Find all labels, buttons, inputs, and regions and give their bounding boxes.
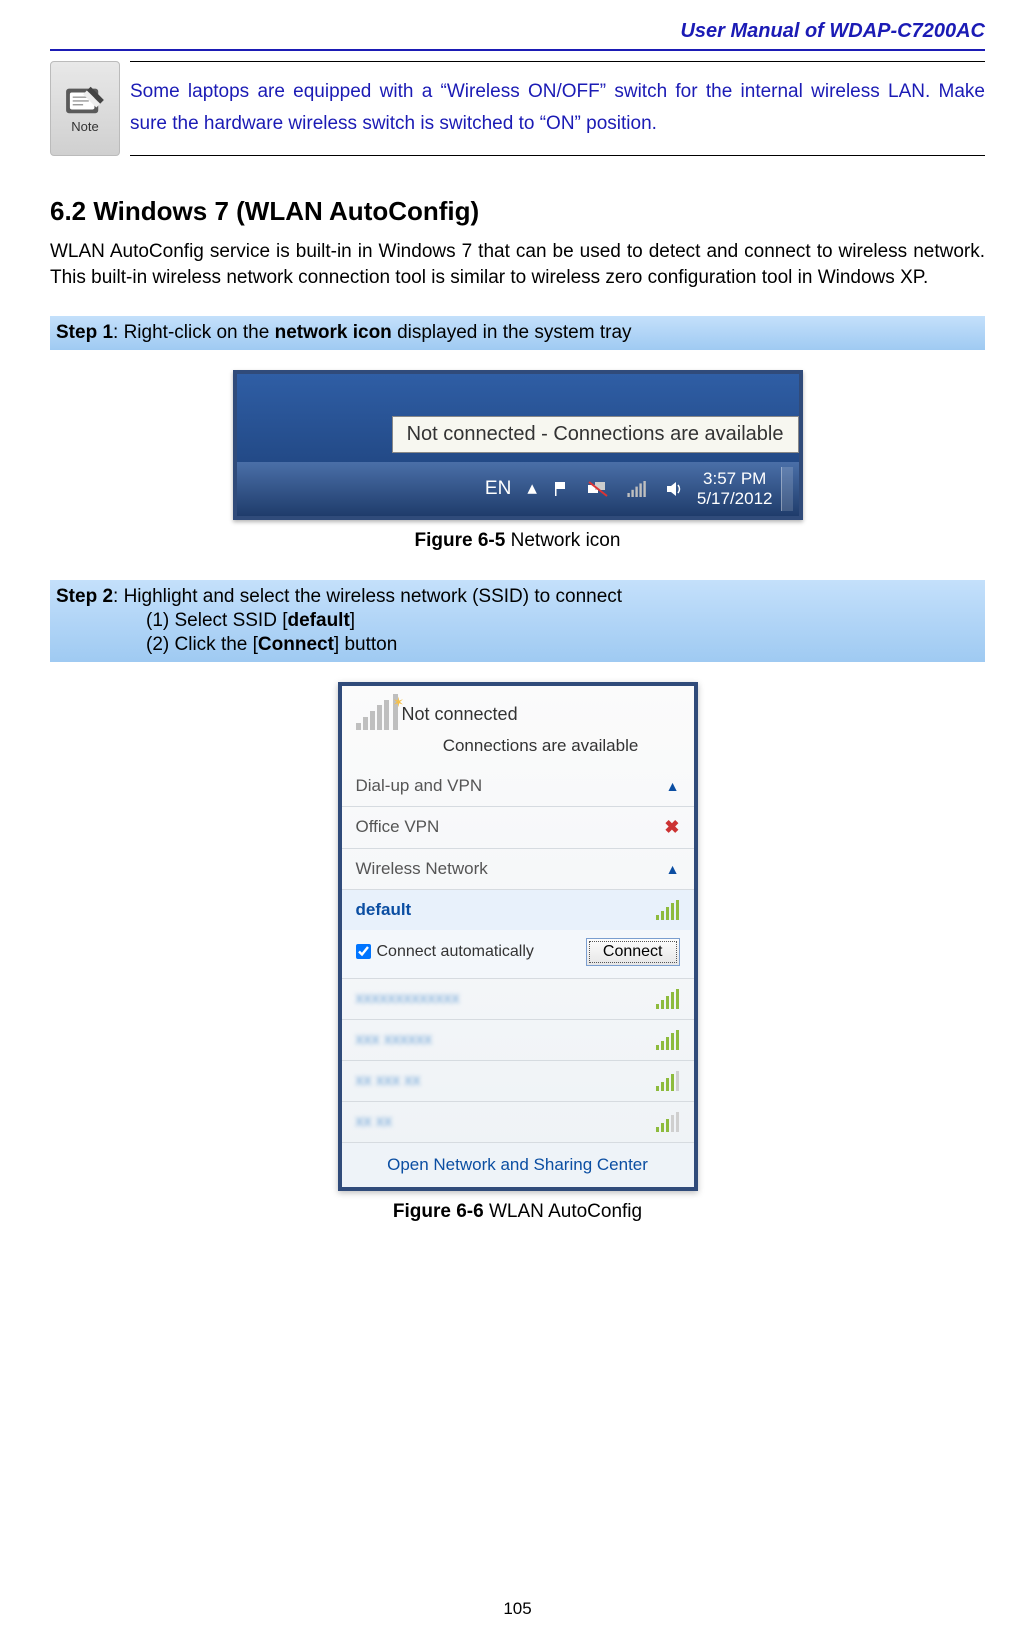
step2-sub1: (1) Select SSID [default] xyxy=(56,610,979,632)
close-icon: ✖ xyxy=(664,817,679,838)
office-vpn-item[interactable]: Office VPN ✖ xyxy=(342,807,694,849)
figure-6-5-caption-rest: Network icon xyxy=(505,530,620,551)
network-icon[interactable] xyxy=(587,480,609,498)
figure-6-5-caption: Figure 6-5 Network icon xyxy=(50,530,985,552)
tray-arrow-icon[interactable]: ▴ xyxy=(527,477,537,500)
ssid-default-item[interactable]: default xyxy=(342,890,694,930)
dialup-label: Dial-up and VPN xyxy=(356,776,483,796)
chevron-up-icon: ▲ xyxy=(666,778,680,794)
step1-bold: network icon xyxy=(275,322,392,343)
step2-sub1-a: (1) Select SSID [ xyxy=(146,610,288,631)
signal-icon xyxy=(656,900,680,920)
figure-6-5: Not connected - Connections are availabl… xyxy=(50,370,985,552)
blurred-ssid-4: xx xx xyxy=(356,1113,392,1131)
ssid-default-label: default xyxy=(356,900,412,920)
step2-sub1-bold: default xyxy=(288,610,350,631)
blurred-ssid-2: xxx xxxxxx xyxy=(356,1031,432,1049)
figure-6-5-caption-bold: Figure 6-5 xyxy=(415,530,506,551)
step2-sub2: (2) Click the [Connect] button xyxy=(56,634,979,656)
blurred-ssid-3: xx xxx xx xyxy=(356,1072,421,1090)
section-intro: WLAN AutoConfig service is built-in in W… xyxy=(50,239,985,292)
connect-button[interactable]: Connect xyxy=(586,938,680,966)
open-network-center-link[interactable]: Open Network and Sharing Center xyxy=(342,1142,694,1187)
step2-bar: Step 2: Highlight and select the wireles… xyxy=(50,580,985,662)
step1-prefix: Step 1 xyxy=(56,322,113,343)
network-tooltip: Not connected - Connections are availabl… xyxy=(392,416,799,453)
step2-sub2-b: ] button xyxy=(334,634,397,655)
step1-text-a: : Right-click on the xyxy=(113,322,275,343)
figure-6-6-caption: Figure 6-6 WLAN AutoConfig xyxy=(50,1201,985,1223)
show-desktop-button[interactable] xyxy=(781,467,793,511)
lang-indicator[interactable]: EN xyxy=(485,478,511,500)
list-item[interactable]: xx xx xyxy=(342,1102,694,1142)
connect-auto-label: Connect automatically xyxy=(377,943,534,961)
wlan-not-connected-row: ✶ Not connected Connections are availabl… xyxy=(342,686,694,766)
chevron-up-icon: ▲ xyxy=(666,861,680,877)
list-item[interactable]: xxx xxxxxx xyxy=(342,1020,694,1061)
tray-clock[interactable]: 3:57 PM 5/17/2012 xyxy=(697,469,773,508)
connect-row: Connect automatically Connect xyxy=(342,930,694,979)
taskbar: EN ▴ 3:57 PM 5/17/2012 xyxy=(237,462,799,516)
signal-icon xyxy=(656,989,680,1009)
step1-bar: Step 1: Right-click on the network icon … xyxy=(50,316,985,350)
note-callout: Note Some laptops are equipped with a “W… xyxy=(50,61,985,156)
figure-6-6-caption-bold: Figure 6-6 xyxy=(393,1201,484,1222)
step1-text-b: displayed in the system tray xyxy=(392,322,632,343)
blurred-ssid-1: xxxxxxxxxxxxx xyxy=(356,990,460,1008)
not-connected-label: Not connected xyxy=(402,704,518,725)
figure-6-6-caption-rest: WLAN AutoConfig xyxy=(484,1201,642,1222)
wireless-category[interactable]: Wireless Network ▲ xyxy=(342,849,694,890)
pencil-note-icon xyxy=(62,83,108,117)
page-header-title: User Manual of WDAP-C7200AC xyxy=(50,20,985,49)
step2-prefix: Step 2 xyxy=(56,586,113,607)
wireless-category-label: Wireless Network xyxy=(356,859,488,879)
connect-auto-checkbox-input[interactable] xyxy=(356,944,371,959)
office-vpn-label: Office VPN xyxy=(356,817,440,837)
flag-icon[interactable] xyxy=(553,480,571,498)
figure-6-6: ✶ Not connected Connections are availabl… xyxy=(50,682,985,1223)
list-item[interactable]: xx xxx xx xyxy=(342,1061,694,1102)
connections-available-label: Connections are available xyxy=(356,730,680,762)
list-item[interactable]: xxxxxxxxxxxxx xyxy=(342,979,694,1020)
step2-text-a: : Highlight and select the wireless netw… xyxy=(113,586,622,607)
dialup-category[interactable]: Dial-up and VPN ▲ xyxy=(342,766,694,807)
page-number: 105 xyxy=(0,1599,1035,1619)
step2-sub2-bold: Connect xyxy=(258,634,334,655)
note-icon: Note xyxy=(50,61,120,156)
step2-sub2-a: (2) Click the [ xyxy=(146,634,258,655)
signal-icon xyxy=(656,1071,680,1091)
signal-icon xyxy=(656,1112,680,1132)
note-text: Some laptops are equipped with a “Wirele… xyxy=(130,61,985,156)
section-heading: 6.2 Windows 7 (WLAN AutoConfig) xyxy=(50,196,985,227)
signal-tray-icon[interactable] xyxy=(625,479,649,499)
step2-sub1-b: ] xyxy=(350,610,355,631)
volume-icon[interactable] xyxy=(665,480,683,498)
taskbar-screenshot: Not connected - Connections are availabl… xyxy=(233,370,803,520)
wlan-popup: ✶ Not connected Connections are availabl… xyxy=(338,682,698,1191)
big-signal-icon: ✶ xyxy=(356,700,392,730)
header-rule xyxy=(50,49,985,51)
tray-date: 5/17/2012 xyxy=(697,489,773,509)
signal-icon xyxy=(656,1030,680,1050)
tray-time: 3:57 PM xyxy=(697,469,773,489)
connect-auto-checkbox[interactable]: Connect automatically xyxy=(356,943,534,961)
note-icon-label: Note xyxy=(71,119,98,134)
